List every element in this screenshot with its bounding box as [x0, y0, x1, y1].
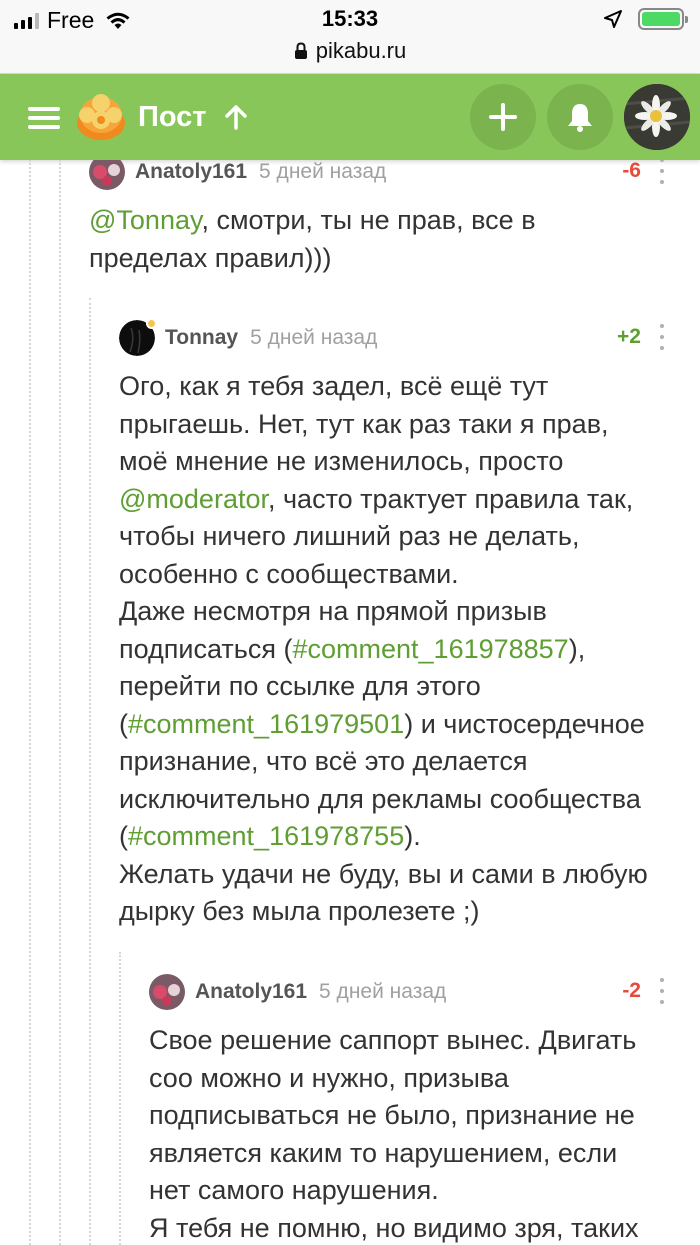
- location-arrow-icon: [604, 10, 622, 28]
- comment-text: ),: [568, 633, 586, 664]
- comment-author[interactable]: Tonnay: [165, 326, 238, 350]
- add-post-button[interactable]: [470, 84, 536, 150]
- user-mention-link[interactable]: @moderator: [119, 484, 268, 514]
- comment-author[interactable]: Anatoly161: [135, 160, 247, 184]
- comment-header: Tonnay 5 дней назад +2: [119, 318, 669, 356]
- avatar[interactable]: [149, 974, 185, 1010]
- comment-text: Даже несмотря на прямой призыв: [119, 596, 547, 626]
- comment-text: (: [119, 821, 128, 851]
- comment-text: перейти по ссылке для этого: [119, 671, 481, 701]
- comment-text: , смотри, ты не прав, все в: [201, 205, 536, 235]
- comment-link[interactable]: #comment_161978755: [128, 821, 404, 851]
- comment-text: Я тебя не помню, но видимо зря, таких: [149, 1212, 639, 1243]
- comment-text: подписаться (: [119, 633, 293, 664]
- more-options-icon[interactable]: [659, 324, 665, 350]
- comment-text: моё мнение не изменилось, просто: [119, 446, 564, 476]
- address-bar[interactable]: pikabu.ru: [0, 38, 700, 64]
- thread-line: [59, 160, 61, 1245]
- avatar[interactable]: [89, 160, 125, 190]
- comment-author[interactable]: Anatoly161: [195, 980, 307, 1004]
- bell-icon: [568, 104, 592, 132]
- avatar[interactable]: [119, 318, 157, 356]
- page-title: Пост: [138, 101, 207, 133]
- comment-text: Свое решение саппорт вынес. Двигать: [149, 1025, 637, 1055]
- menu-icon[interactable]: [28, 107, 60, 129]
- user-mention-link[interactable]: @Tonnay: [89, 205, 201, 235]
- user-avatar[interactable]: [624, 84, 690, 150]
- battery-icon: [638, 8, 688, 30]
- arrow-up-icon[interactable]: [224, 104, 248, 130]
- url-text: pikabu.ru: [315, 38, 407, 63]
- browser-status-bar: Free 15:33 pikabu.ru: [0, 0, 700, 74]
- comment-header: Anatoly161 5 дней назад -2: [149, 974, 669, 1010]
- comment-header: Anatoly161 5 дней назад -6: [89, 160, 669, 190]
- comment-link[interactable]: #comment_161978857: [292, 634, 568, 664]
- comment-text: прыгаешь. Нет, тут как раз таки я прав,: [119, 408, 609, 439]
- comment-text: подписываться не было, признание не: [149, 1100, 635, 1130]
- comment-text: является каким то нарушением, если: [149, 1137, 618, 1168]
- notifications-button[interactable]: [547, 84, 613, 150]
- comment-body: Ого, как я тебя задел, всё ещё тут прыгае…: [119, 368, 669, 931]
- app-header: Пост: [0, 74, 700, 160]
- comment-text: особенно с сообществами.: [119, 558, 459, 589]
- pikabu-logo[interactable]: [76, 93, 126, 141]
- comment-text: признание, что всё это делается: [119, 746, 528, 776]
- comment-text: исключительно для рекламы сообщества: [119, 783, 641, 814]
- comment-time[interactable]: 5 дней назад: [250, 326, 377, 350]
- thread-line: [29, 160, 31, 1245]
- comment-text: (: [119, 708, 128, 739]
- comment-link[interactable]: #comment_161979501: [128, 709, 404, 739]
- comment-text: ).: [404, 821, 421, 851]
- comment-time[interactable]: 5 дней назад: [259, 160, 386, 184]
- comment-text: , часто трактует правила так,: [267, 483, 634, 514]
- comment-rating: +2: [617, 325, 641, 348]
- comment: Anatoly161 5 дней назад -2 Свое решение …: [149, 974, 669, 1245]
- comment-rating: -2: [622, 979, 641, 1002]
- more-options-icon[interactable]: [659, 160, 665, 184]
- more-options-icon[interactable]: [659, 978, 665, 1004]
- comment-text: нет самого нарушения.: [149, 1175, 439, 1205]
- clock: 15:33: [321, 6, 379, 31]
- daisy-icon: [624, 84, 690, 150]
- plus-icon: [489, 103, 517, 131]
- comment-text: чтобы ничего лишний раз не делать,: [119, 521, 580, 551]
- comment-text: соо можно и нужно, призыва: [149, 1062, 509, 1093]
- comment-body: Свое решение саппорт вынес. Двигать соо м…: [149, 1022, 669, 1245]
- thread-line: [119, 952, 121, 1245]
- comment-text: Ого, как я тебя задел, всё ещё тут: [119, 371, 549, 401]
- comment: Tonnay 5 дней назад +2 Ого, как я тебя з…: [119, 318, 669, 931]
- lock-icon: [294, 42, 307, 59]
- comment-text: ) и чистосердечное: [404, 708, 645, 739]
- comment-text: дырку без мыла пролезете ;): [119, 896, 480, 926]
- comment-thread: Anatoly161 5 дней назад -6 @Tonnay, смот…: [0, 160, 700, 1245]
- comment-body: @Tonnay, смотри, ты не прав, все в предел…: [89, 202, 669, 277]
- online-indicator: [146, 318, 157, 329]
- comment-time[interactable]: 5 дней назад: [319, 980, 446, 1004]
- comment: Anatoly161 5 дней назад -6 @Tonnay, смот…: [89, 160, 669, 277]
- comment-rating: -6: [622, 160, 641, 182]
- comment-text: пределах правил))): [89, 242, 332, 273]
- comment-text: Желать удачи не буду, вы и сами в любую: [119, 858, 648, 889]
- thread-line: [89, 298, 91, 1245]
